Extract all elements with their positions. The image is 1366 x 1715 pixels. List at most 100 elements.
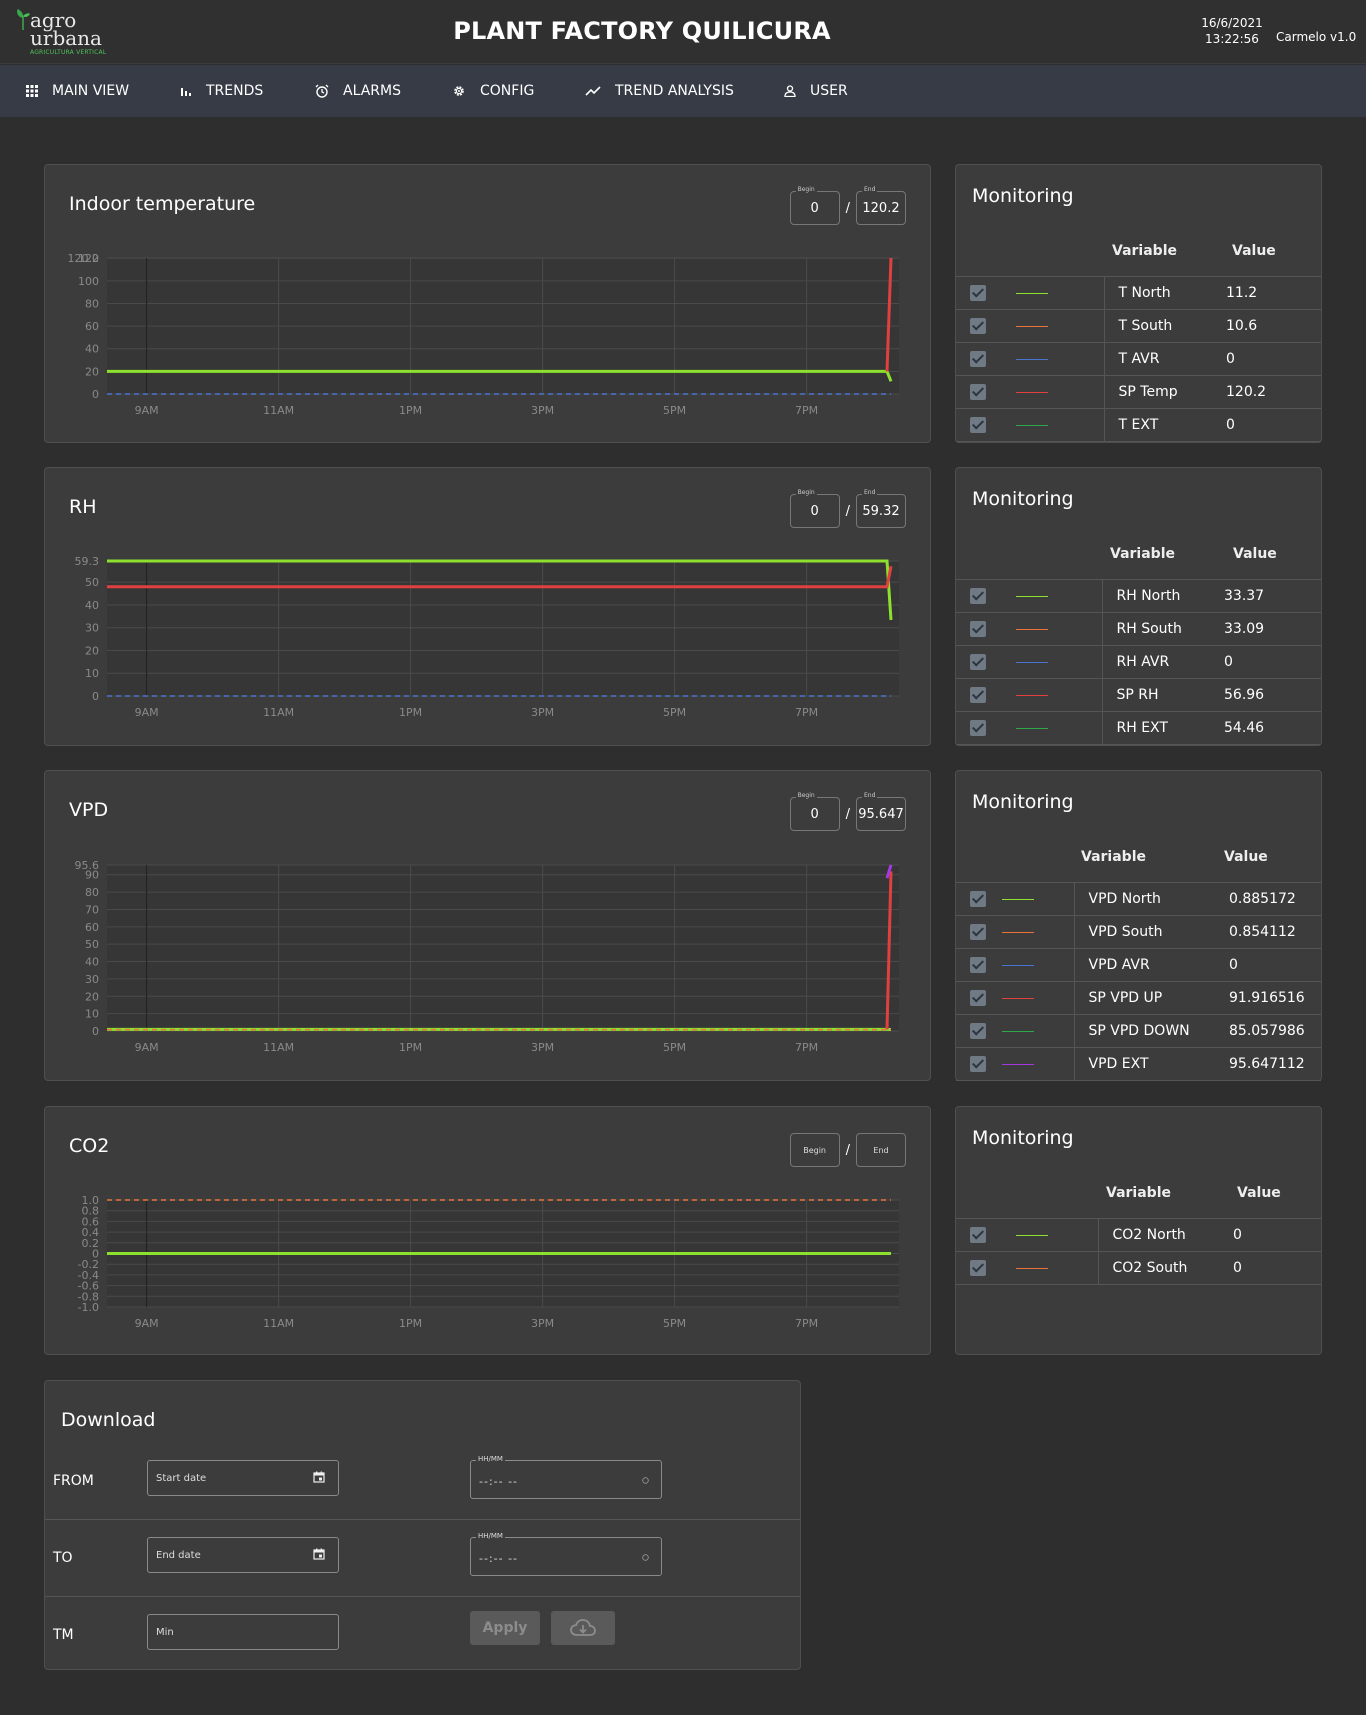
end-date-input[interactable] [147,1537,339,1573]
x-tick-label: 9AM [135,1317,159,1330]
nav-config[interactable]: CONFIG [452,65,534,117]
nav-trends[interactable]: TRENDS [180,65,263,117]
series-visible-checkbox[interactable] [970,588,986,604]
variable-name: RH North [1116,588,1181,604]
series-color-swatch [1016,661,1048,663]
gear-icon [454,86,464,96]
series-visible-checkbox[interactable] [970,621,986,637]
variable-name: T South [1118,318,1173,334]
series-visible-checkbox[interactable] [970,924,986,940]
nav-user[interactable]: USER [784,65,848,117]
x-tick-label: 7PM [795,706,818,719]
logo-tagline: AGRICULTURA VERTICAL [30,49,107,56]
variable-name: SP VPD DOWN [1088,1023,1190,1039]
x-tick-label: 7PM [795,1041,818,1054]
nav-alarms-label: ALARMS [343,83,401,99]
nav-alarms[interactable]: ALARMS [315,65,401,117]
variable-column-header: Variable [1110,546,1175,562]
nav-config-label: CONFIG [480,83,535,99]
tm-minutes-input[interactable] [147,1614,339,1650]
monitoring-row: CO2 South 0 [956,1251,1321,1285]
variable-value: 54.46 [1224,720,1265,736]
alarm-clock-icon [315,84,329,98]
download-from-row: FROM HH/MM --:-- -- [45,1443,800,1520]
monitoring-row: CO2 North 0 [956,1218,1321,1252]
variable-value: 0 [1224,654,1233,670]
monitoring-row: RH AVR 0 [956,645,1321,679]
value-column-header: Value [1232,243,1276,259]
top-bar: agro urbana AGRICULTURA VERTICAL PLANT F… [0,0,1366,64]
series-visible-checkbox[interactable] [970,687,986,703]
user-icon [784,85,796,97]
trending-up-icon [585,86,601,96]
nav-trend-analysis[interactable]: TREND ANALYSIS [585,65,734,117]
cloud-download-button[interactable] [551,1611,615,1645]
value-column-header: Value [1224,849,1268,865]
monitoring-row: SP Temp 120.2 [956,375,1321,409]
series-visible-checkbox[interactable] [970,654,986,670]
series-visible-checkbox[interactable] [970,1023,986,1039]
variable-value: 0 [1233,1227,1242,1243]
series-color-swatch [1002,1063,1034,1065]
y-tick-label: 80 [85,297,99,310]
monitoring-row: T South 10.6 [956,309,1321,343]
apply-button[interactable]: Apply [470,1611,540,1645]
y-tick-label: 70 [85,903,99,916]
variable-name: VPD AVR [1088,957,1150,973]
series-color-swatch [1016,391,1048,393]
monitoring-row: SP VPD DOWN 85.057986 [956,1014,1321,1048]
chart-card-co2: CO2 Begin / End -1.0 -0.8 -0.6 -0.4 -0.2 0 0.2… [44,1106,931,1355]
y-tick-label: 59.3 [75,555,100,568]
download-tm-row: TM Apply [45,1597,800,1674]
x-tick-label: 11AM [263,1041,294,1054]
variable-column-header: Variable [1106,1185,1171,1201]
series-visible-checkbox[interactable] [970,990,986,1006]
download-title: Download [61,1409,156,1431]
variable-name: SP VPD UP [1088,990,1163,1006]
y-tick-label: 40 [85,599,99,612]
series-visible-checkbox[interactable] [970,891,986,907]
variable-name: T North [1118,285,1171,301]
y-tick-label: 1.0 [82,1194,100,1207]
series-visible-checkbox[interactable] [970,285,986,301]
series-color-swatch [1002,964,1034,966]
series-visible-checkbox[interactable] [970,957,986,973]
variable-value: 33.37 [1224,588,1265,604]
variable-name: CO2 South [1112,1260,1188,1276]
y-tick-label: 10 [85,1008,99,1021]
bar-chart-icon [181,88,191,96]
vpd-chart: 010203040506070809095.69AM 11AM 1PM 3PM 5PM 7… [75,859,899,1054]
start-date-input[interactable] [147,1460,339,1496]
monitoring-row: RH North 33.37 [956,579,1321,613]
series-visible-checkbox[interactable] [970,1260,986,1276]
y-tick-label: 50 [85,938,99,951]
value-column-header: Value [1233,546,1277,562]
x-tick-label: 3PM [531,706,554,719]
series-visible-checkbox[interactable] [970,351,986,367]
y-tick-label: 30 [85,622,99,635]
nav-main-view-label: MAIN VIEW [52,83,130,99]
y-tick-label: 20 [85,365,99,378]
from-time-label: HH/MM [476,1455,505,1463]
series-visible-checkbox[interactable] [970,384,986,400]
nav-main-view[interactable]: MAIN VIEW [26,65,129,117]
plot-area [107,865,899,1031]
monitoring-card-temperature: Monitoring Variable Value T North 11.2 T S… [955,164,1322,443]
monitoring-row: VPD South 0.854112 [956,915,1321,949]
series-color-swatch [1002,1030,1034,1032]
series-visible-checkbox[interactable] [970,417,986,433]
series-visible-checkbox[interactable] [970,1056,986,1072]
series-visible-checkbox[interactable] [970,1227,986,1243]
series-visible-checkbox[interactable] [970,318,986,334]
series-color-swatch [1016,292,1048,294]
monitoring-row: VPD EXT 95.647112 [956,1047,1321,1081]
y-tick-label: 20 [85,990,99,1003]
monitoring-title: Monitoring [972,185,1074,207]
from-label: FROM [53,1473,94,1489]
x-tick-label: 3PM [531,404,554,417]
variable-value: 95.647112 [1229,1056,1305,1072]
from-time-value: --:-- -- [479,1475,519,1488]
chart-card-vpd: VPD Begin 0 / End 95.647 0 10 20 30 40 50 60 70… [44,770,931,1081]
variable-value: 0 [1233,1260,1242,1276]
series-visible-checkbox[interactable] [970,720,986,736]
